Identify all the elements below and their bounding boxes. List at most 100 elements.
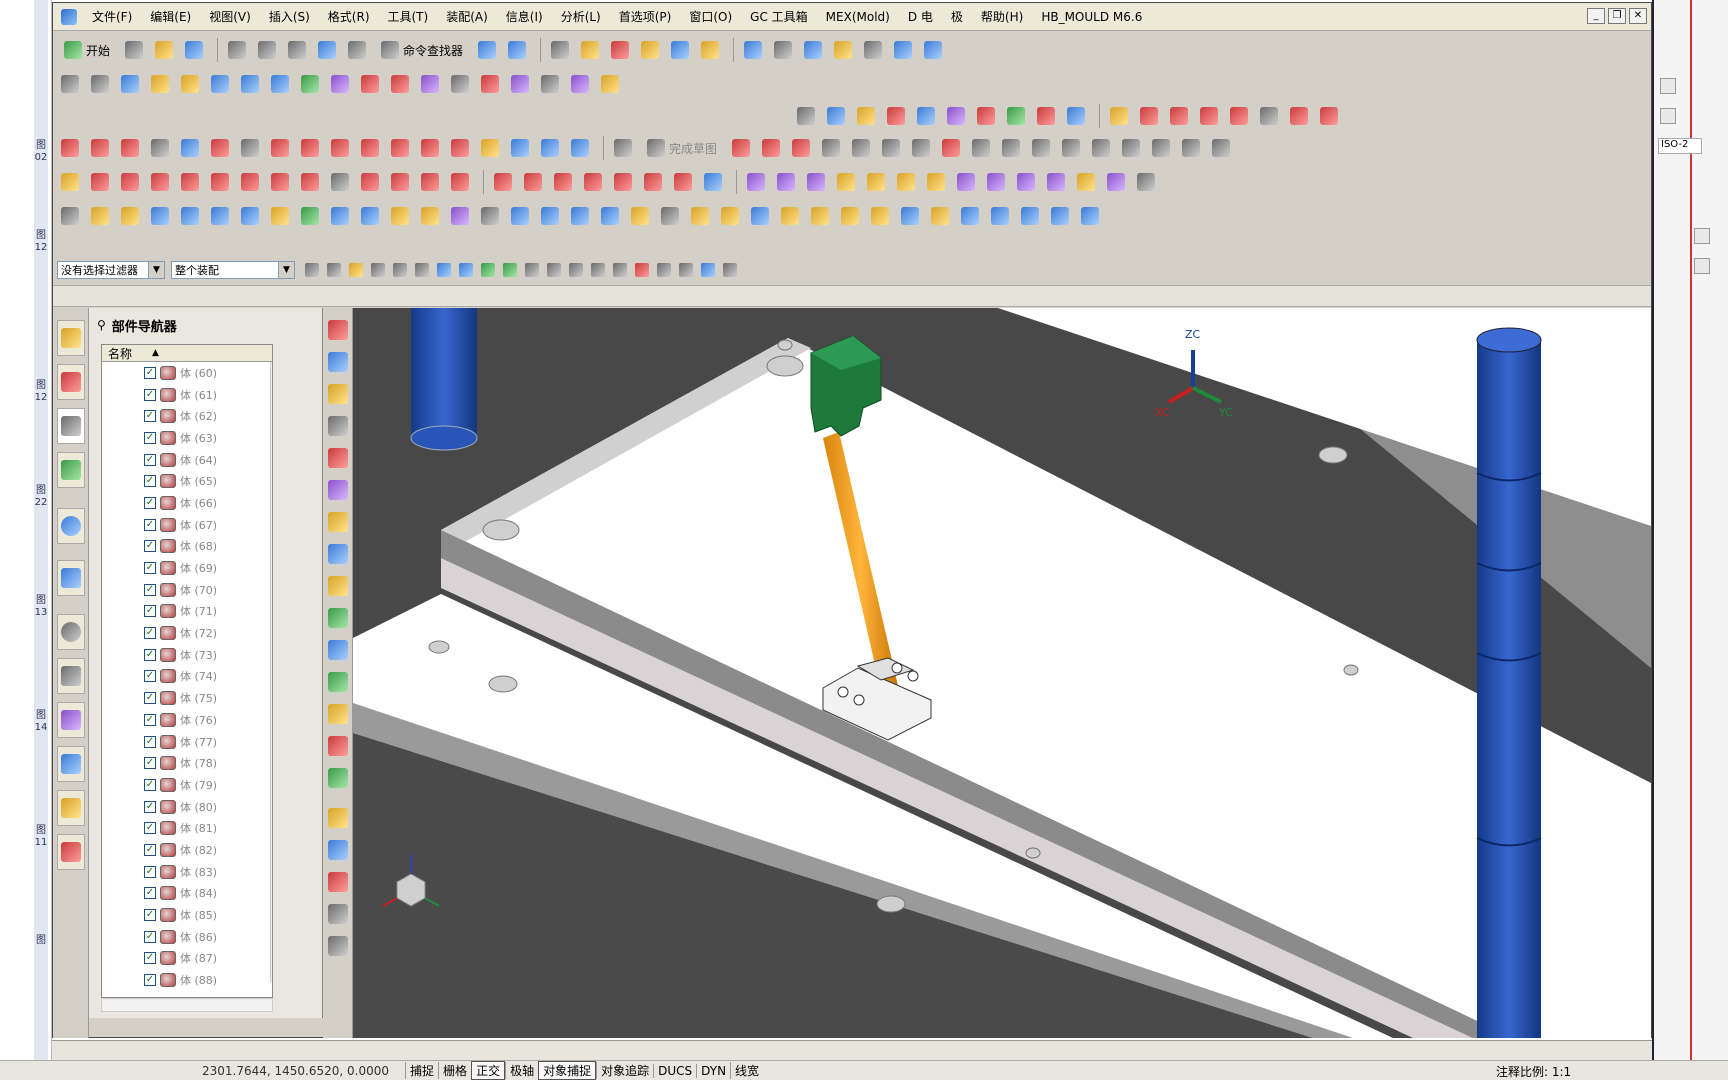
scrollbar-thumb[interactable]: [272, 576, 273, 646]
tool-button[interactable]: [627, 203, 653, 229]
tool-button[interactable]: [117, 71, 143, 97]
background-button[interactable]: [860, 37, 886, 63]
tool-button[interactable]: [147, 203, 173, 229]
object-track-toggle[interactable]: 对象追踪: [596, 1062, 653, 1079]
polygon-tool[interactable]: [998, 135, 1024, 161]
visibility-checkbox[interactable]: ✓: [144, 540, 156, 553]
visibility-checkbox[interactable]: ✓: [144, 627, 156, 640]
paste-button[interactable]: [284, 37, 310, 63]
tool-button[interactable]: [327, 71, 353, 97]
tool-button[interactable]: [207, 203, 233, 229]
reuse-library-tab[interactable]: [57, 452, 85, 488]
tool-button[interactable]: [1178, 135, 1204, 161]
visibility-checkbox[interactable]: ✓: [144, 518, 156, 531]
tool-button[interactable]: [477, 203, 503, 229]
tool-button[interactable]: [1316, 103, 1342, 129]
tool-button[interactable]: [447, 203, 473, 229]
line-tool[interactable]: [57, 135, 83, 161]
tool-button[interactable]: [417, 71, 443, 97]
visibility-checkbox[interactable]: ✓: [144, 735, 156, 748]
menu-info[interactable]: 信息(I): [497, 8, 552, 25]
tool-button[interactable]: [237, 71, 263, 97]
tool-button[interactable]: [983, 169, 1009, 195]
parting-tool[interactable]: [328, 512, 348, 532]
tool-button[interactable]: [207, 71, 233, 97]
tool-button[interactable]: [327, 203, 353, 229]
tool-button[interactable]: [57, 203, 83, 229]
filter-button[interactable]: [301, 259, 323, 281]
tool-button[interactable]: [87, 71, 113, 97]
visibility-checkbox[interactable]: ✓: [144, 583, 156, 596]
studio-spline-tool[interactable]: [938, 135, 964, 161]
star-icon[interactable]: [1660, 108, 1676, 124]
visibility-checkbox[interactable]: ✓: [144, 366, 156, 379]
drawing-tool[interactable]: [328, 872, 348, 892]
list-item[interactable]: ✓ 体 (87): [102, 948, 272, 970]
snap-button[interactable]: [521, 259, 543, 281]
desktop-tag[interactable]: 图12: [34, 380, 48, 404]
finish-sketch-button[interactable]: 完成草图: [640, 135, 724, 161]
select-button[interactable]: [367, 259, 389, 281]
load-product-tool[interactable]: [328, 352, 348, 372]
chamfer-tool[interactable]: [878, 135, 904, 161]
navigator-horizontal-scrollbar[interactable]: [101, 998, 273, 1012]
tool-button[interactable]: [657, 203, 683, 229]
tool-button[interactable]: [1196, 103, 1222, 129]
list-item[interactable]: ✓ 体 (80): [102, 796, 272, 818]
snap-button[interactable]: [565, 259, 587, 281]
tool-button[interactable]: [417, 169, 443, 195]
tool-button[interactable]: [863, 169, 889, 195]
tool-button[interactable]: [520, 169, 546, 195]
tool-button[interactable]: [987, 203, 1013, 229]
list-item[interactable]: ✓ 体 (72): [102, 622, 272, 644]
dyn-toggle[interactable]: DYN: [696, 1063, 730, 1078]
constraint-navigator-tab[interactable]: [57, 364, 85, 400]
tool-button[interactable]: [567, 135, 593, 161]
tool-button[interactable]: [477, 71, 503, 97]
list-item[interactable]: ✓ 体 (63): [102, 427, 272, 449]
export-button[interactable]: [920, 37, 946, 63]
palette-tab[interactable]: [57, 560, 85, 596]
tool-button[interactable]: [387, 169, 413, 195]
tool-button[interactable]: [177, 169, 203, 195]
wcs-button[interactable]: [577, 37, 603, 63]
panel-icon[interactable]: [1660, 78, 1676, 94]
tool-button[interactable]: [1226, 103, 1252, 129]
list-item[interactable]: ✓ 体 (69): [102, 557, 272, 579]
history-tab[interactable]: [57, 614, 85, 650]
desktop-tag[interactable]: 图12: [34, 230, 48, 254]
text-tool[interactable]: [237, 135, 263, 161]
fit-view-button[interactable]: [740, 37, 766, 63]
tool-button[interactable]: [387, 71, 413, 97]
circle-tool[interactable]: [117, 135, 143, 161]
circle-tool[interactable]: [818, 135, 844, 161]
tool-button[interactable]: [897, 203, 923, 229]
csys-tool[interactable]: [328, 384, 348, 404]
visibility-checkbox[interactable]: ✓: [144, 778, 156, 791]
panel-icon[interactable]: [1694, 258, 1710, 274]
profile-tool[interactable]: [728, 135, 754, 161]
tool-button[interactable]: [297, 135, 323, 161]
tool-button[interactable]: [507, 203, 533, 229]
visibility-checkbox[interactable]: ✓: [144, 843, 156, 856]
sub-insert-tool[interactable]: [328, 672, 348, 692]
tool-button[interactable]: [567, 71, 593, 97]
line-tool[interactable]: [758, 135, 784, 161]
tool-button[interactable]: [927, 203, 953, 229]
process-studio-tab[interactable]: [57, 746, 85, 782]
tool-button[interactable]: [177, 203, 203, 229]
workpiece-tool[interactable]: [328, 416, 348, 436]
quick-trim-tool[interactable]: [1028, 135, 1054, 161]
select-button[interactable]: [433, 259, 455, 281]
list-item[interactable]: ✓ 体 (81): [102, 817, 272, 839]
tool-button[interactable]: [670, 169, 696, 195]
tool-button[interactable]: [357, 135, 383, 161]
tool-button[interactable]: [973, 103, 999, 129]
tool-button[interactable]: [567, 203, 593, 229]
web-browser-tab[interactable]: [57, 508, 85, 544]
pocket-tool[interactable]: [328, 808, 348, 828]
tool-button[interactable]: [1017, 203, 1043, 229]
list-item[interactable]: ✓ 体 (61): [102, 384, 272, 406]
feature-button[interactable]: [637, 37, 663, 63]
list-item[interactable]: ✓ 体 (86): [102, 926, 272, 948]
